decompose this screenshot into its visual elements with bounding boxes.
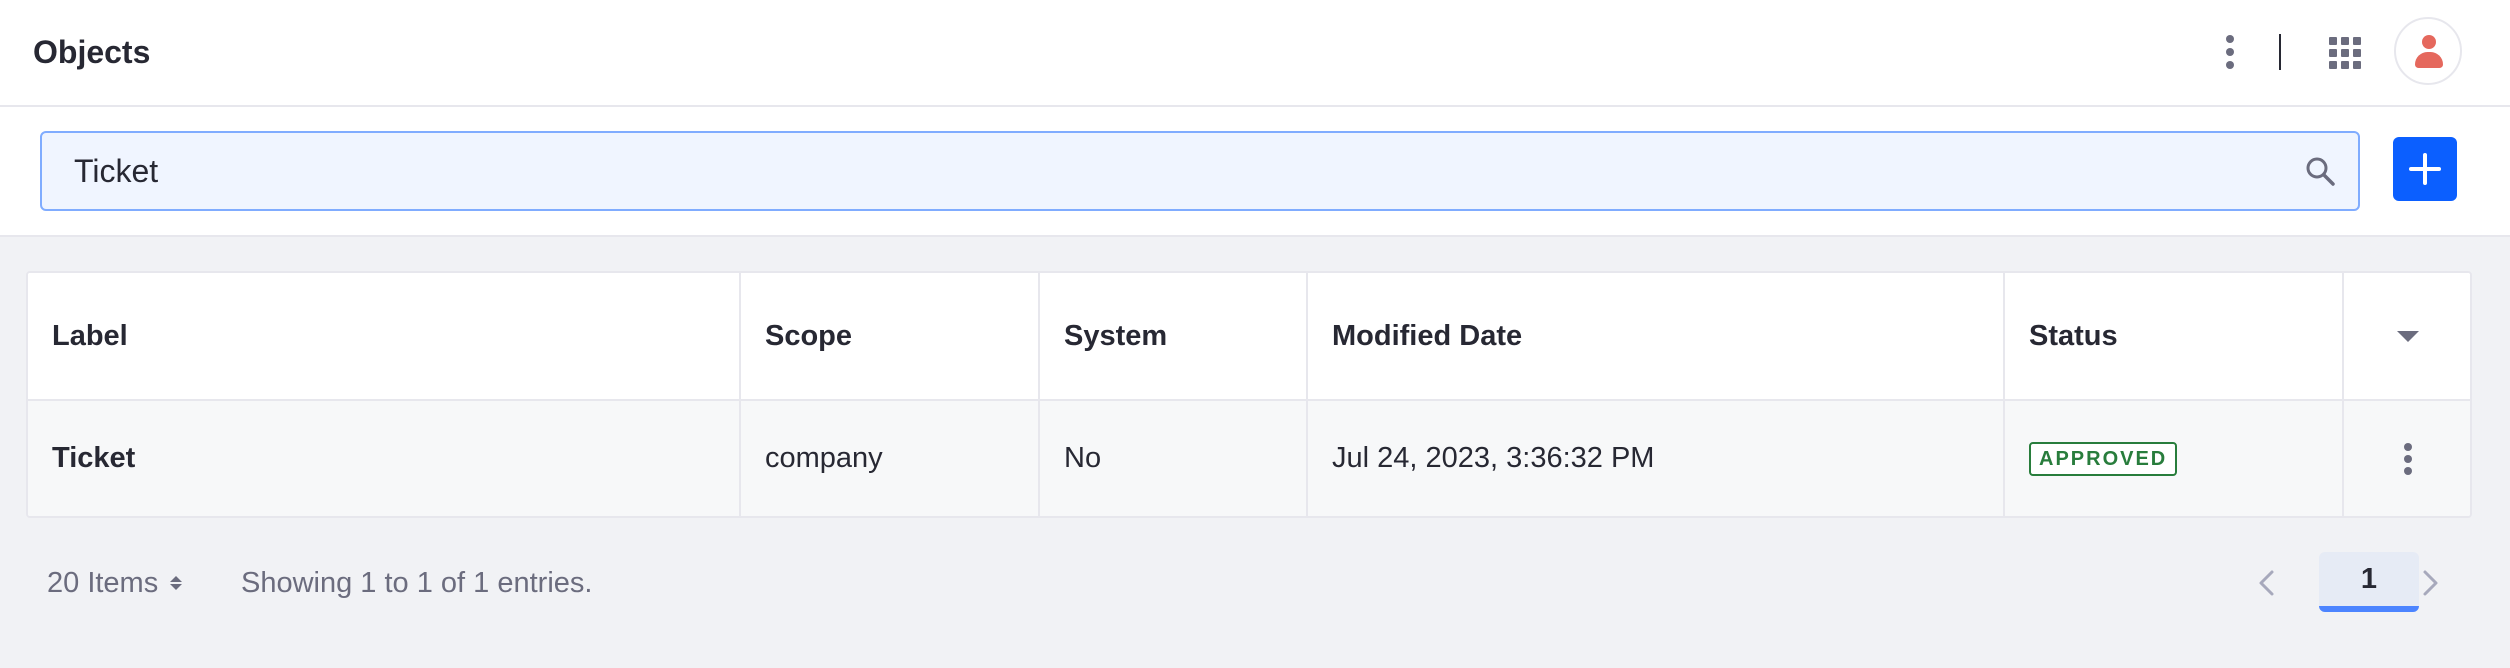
toolbar-divider xyxy=(2279,34,2281,70)
pagination-page-1[interactable]: 1 xyxy=(2319,552,2419,612)
user-avatar-icon xyxy=(2422,35,2436,49)
page-title: Objects xyxy=(33,34,151,70)
column-header-label[interactable]: Label xyxy=(28,273,741,399)
cell-actions xyxy=(2344,401,2470,516)
row-actions-button[interactable] xyxy=(2390,437,2426,481)
column-header-modified-date[interactable]: Modified Date xyxy=(1308,273,2005,399)
kebab-menu-icon xyxy=(2226,35,2234,43)
apps-grid-icon xyxy=(2329,37,2337,45)
search-field xyxy=(40,131,2360,211)
items-per-page-dropdown[interactable]: 20 Items xyxy=(47,563,183,603)
add-object-button[interactable] xyxy=(2393,137,2457,201)
search-bar-row xyxy=(0,107,2510,237)
user-avatar-button[interactable] xyxy=(2394,17,2462,85)
cell-status: APPROVED xyxy=(2005,401,2344,516)
table-header: Label Scope System Modified Date Status xyxy=(28,273,2470,401)
objects-table: Label Scope System Modified Date Status … xyxy=(26,271,2472,518)
column-header-status[interactable]: Status xyxy=(2005,273,2344,399)
chevron-left-icon[interactable] xyxy=(2250,566,2284,600)
table-row[interactable]: Ticket company No Jul 24, 2023, 3:36:32 … xyxy=(28,401,2470,516)
chevron-right-icon[interactable] xyxy=(2413,566,2447,600)
options-kebab-button[interactable] xyxy=(2211,27,2249,77)
cell-label: Ticket xyxy=(28,401,741,516)
caret-down-icon xyxy=(2397,330,2419,342)
cell-modified-date: Jul 24, 2023, 3:36:32 PM xyxy=(1308,401,2005,516)
pagination-results: Showing 1 to 1 of 1 entries. xyxy=(241,566,593,599)
column-header-scope[interactable]: Scope xyxy=(741,273,1040,399)
cell-system: No xyxy=(1040,401,1308,516)
column-header-system[interactable]: System xyxy=(1040,273,1308,399)
columns-menu-button[interactable] xyxy=(2344,273,2470,399)
top-bar: Objects xyxy=(0,0,2510,107)
search-icon[interactable] xyxy=(2304,155,2336,187)
search-input[interactable] xyxy=(74,133,2274,209)
sort-icon xyxy=(170,576,183,590)
cell-scope: company xyxy=(741,401,1040,516)
status-badge: APPROVED xyxy=(2029,441,2178,476)
apps-grid-button[interactable] xyxy=(2326,34,2364,72)
items-per-page-label: 20 Items xyxy=(47,566,159,599)
kebab-menu-icon xyxy=(2404,442,2412,451)
